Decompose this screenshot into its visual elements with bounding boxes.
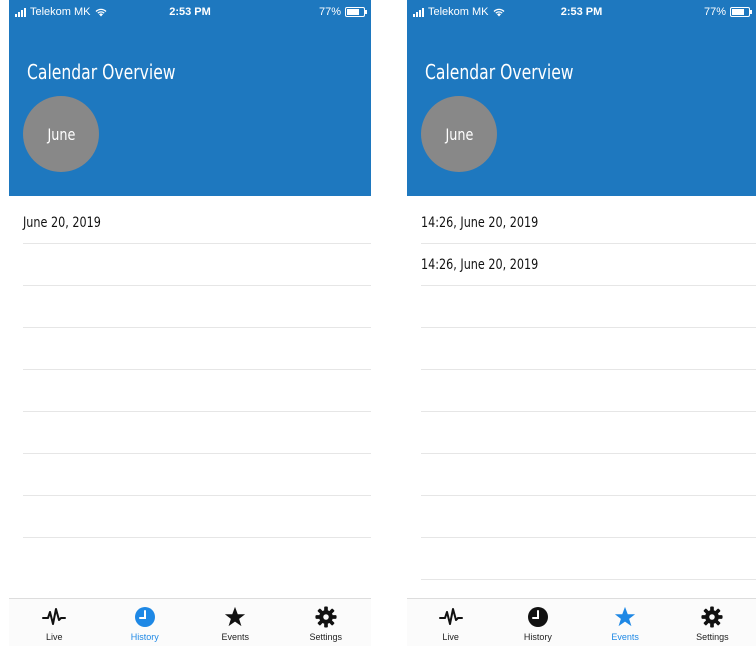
- tab-settings[interactable]: Settings: [669, 599, 756, 646]
- tab-bar: Live History Events Settings: [407, 598, 756, 646]
- list-item: [23, 244, 371, 286]
- page-title: Calendar Overview: [27, 60, 176, 84]
- tab-events[interactable]: Events: [582, 599, 669, 646]
- tab-label: History: [523, 632, 552, 642]
- tab-history[interactable]: History: [100, 599, 191, 646]
- list-item: [421, 412, 756, 454]
- list-item[interactable]: 14:26, June 20, 2019: [421, 202, 756, 244]
- list-item: [421, 496, 756, 538]
- list-item: [421, 286, 756, 328]
- list-item: [23, 454, 371, 496]
- star-icon: [614, 605, 636, 629]
- list-item[interactable]: June 20, 2019: [23, 202, 371, 244]
- events-list: 14:26, June 20, 2019 14:26, June 20, 201…: [421, 202, 756, 580]
- status-time: 2:53 PM: [169, 6, 211, 18]
- tab-label: Events: [611, 632, 639, 642]
- phone-screen-history: Telekom MK 2:53 PM 77% Calendar Overview…: [9, 0, 371, 646]
- page-title: Calendar Overview: [425, 60, 574, 84]
- tab-label: Live: [45, 632, 63, 642]
- gear-icon: [315, 605, 337, 629]
- gear-icon: [701, 605, 723, 629]
- list-item[interactable]: 14:26, June 20, 2019: [421, 244, 756, 286]
- list-item: [23, 496, 371, 538]
- battery-icon: [345, 7, 367, 17]
- tab-label: Settings: [696, 632, 729, 642]
- month-label: June: [47, 124, 75, 144]
- status-battery: 77%: [703, 6, 752, 18]
- list-item: [23, 412, 371, 454]
- tab-history[interactable]: History: [494, 599, 581, 646]
- month-label: June: [445, 124, 473, 144]
- list-item: [421, 328, 756, 370]
- list-item: [23, 286, 371, 328]
- tab-label: Events: [221, 632, 249, 642]
- clock-icon: [134, 605, 156, 629]
- phone-screen-events: Telekom MK 2:53 PM 77% Calendar Overview…: [407, 0, 756, 646]
- header: Telekom MK 2:53 PM 77% Calendar Overview…: [9, 0, 371, 196]
- list-item: [421, 538, 756, 580]
- tab-label: Settings: [309, 632, 343, 642]
- history-list: June 20, 2019: [23, 202, 371, 538]
- list-item-text: 14:26, June 20, 2019: [421, 256, 539, 273]
- battery-percent: 77%: [703, 6, 726, 18]
- list-item: [23, 328, 371, 370]
- battery-percent: 77%: [318, 6, 341, 18]
- tab-label: Live: [442, 632, 459, 642]
- list-item-text: June 20, 2019: [23, 214, 101, 231]
- header: Telekom MK 2:53 PM 77% Calendar Overview…: [407, 0, 756, 196]
- status-battery: 77%: [318, 6, 367, 18]
- pulse-icon: [438, 605, 463, 629]
- tab-settings[interactable]: Settings: [281, 599, 372, 646]
- list-item: [23, 370, 371, 412]
- tab-live[interactable]: Live: [9, 599, 100, 646]
- star-icon: [224, 605, 246, 629]
- month-selector[interactable]: June: [421, 96, 497, 172]
- tab-live[interactable]: Live: [407, 599, 494, 646]
- screenshot-stage: Telekom MK 2:53 PM 77% Calendar Overview…: [0, 0, 756, 646]
- tab-bar: Live History Events Settings: [9, 598, 371, 646]
- clock-icon: [527, 605, 549, 629]
- list-item-text: 14:26, June 20, 2019: [421, 214, 539, 231]
- pulse-icon: [42, 605, 67, 629]
- tab-label: History: [130, 632, 159, 642]
- status-bar: Telekom MK 2:53 PM 77%: [407, 0, 756, 22]
- tab-events[interactable]: Events: [190, 599, 281, 646]
- status-bar: Telekom MK 2:53 PM 77%: [9, 0, 371, 22]
- list-item: [421, 370, 756, 412]
- list-item: [421, 454, 756, 496]
- battery-icon: [730, 7, 752, 17]
- month-selector[interactable]: June: [23, 96, 99, 172]
